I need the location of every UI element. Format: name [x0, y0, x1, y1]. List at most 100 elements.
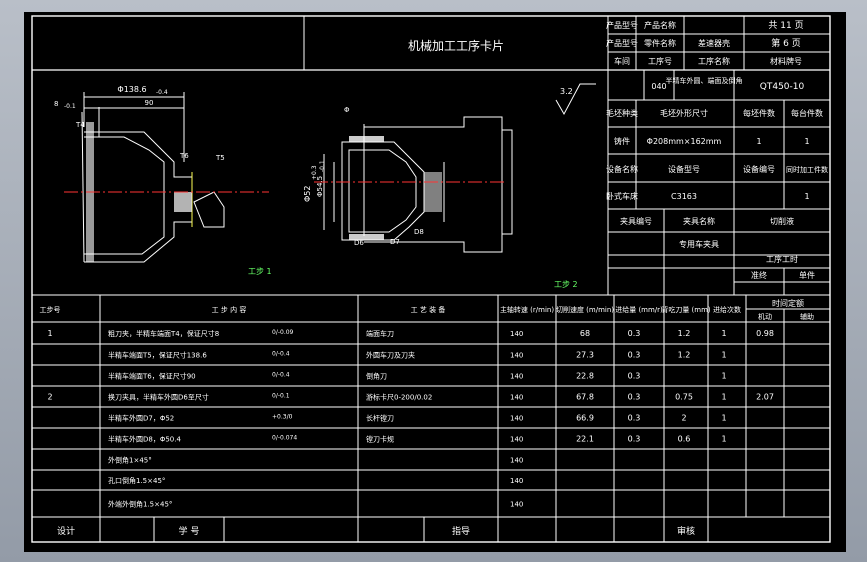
cell-speed: 140: [510, 415, 523, 423]
cell-passes: 1: [721, 435, 726, 444]
table-row: 半精车外圆D7，Φ52 长杆镗刀 140 66.9 0.3 2 1 +0.3/0: [108, 414, 727, 423]
cell-step-content: 粗刀夹，半精车端面T4，保证尺寸8: [108, 329, 219, 338]
step1-part-view: [81, 111, 225, 263]
table-row: 半精车端面T5，保证尺寸138.6 外圆车刀及刀夹 140 27.3 0.3 1.2 1 0/…: [108, 351, 727, 360]
cell-speed: 140: [510, 352, 523, 360]
cell-step-content: 外端外倒角1.5×45°: [108, 500, 172, 509]
table-row: 外倒角1×45° 140: [108, 456, 523, 465]
cell-depth: 0.6: [678, 435, 691, 444]
equip-model-value: C3163: [671, 192, 697, 201]
workshop-label: 车间: [614, 56, 630, 66]
table-row: 2 换刀夹具，半精车外圆D6至尺寸 游标卡尺0-200/0.02 140 67.8 0.3…: [47, 393, 773, 402]
blank-size-label: 毛坯外形尺寸: [660, 108, 708, 118]
step2-label: 工步 2: [554, 280, 578, 289]
cell-depth: 1.2: [678, 351, 691, 360]
cell-step-tolerance: 0/-0.4: [272, 351, 290, 358]
table-row: 半精车端面T6，保证尺寸90 倒角刀 140 22.8 0.3 1 0/-0.4: [108, 372, 727, 381]
cell-cutting-speed: 67.8: [576, 393, 594, 402]
cell-tool: 外圆车刀及刀夹: [366, 351, 415, 360]
roughness-value: 3.2: [560, 87, 573, 96]
cell-step-content: 半精车外圆D7，Φ52: [108, 414, 174, 423]
hdr-cutting-speed: 切削速度 (m/min): [556, 305, 614, 314]
op-name-value: 半精车外圆、端面及倒角: [666, 76, 743, 85]
footer-student-no: 学 号: [179, 525, 200, 537]
cell-speed: 140: [510, 477, 523, 485]
equip-name-value: 卧式车床: [606, 191, 638, 201]
footer-guide: 指导: [452, 525, 470, 537]
part-name-label: 零件名称: [644, 38, 676, 48]
cell-passes: 1: [721, 351, 726, 360]
cell-depth: 1.2: [678, 329, 691, 338]
hdr-feed: 进给量 (mm/r): [615, 305, 663, 314]
cell-cutting-speed: 22.8: [576, 372, 594, 381]
cell-feed: 0.3: [628, 435, 641, 444]
blank-type-value: 铸件: [614, 136, 630, 146]
cell-time-maneuver: 2.07: [756, 393, 774, 402]
cell-tool: 镗刀卡规: [366, 435, 394, 444]
cell-step-content: 换刀夹具，半精车外圆D6至尺寸: [108, 393, 209, 402]
tag-d6: D6: [354, 239, 364, 247]
hdr-passes: 进给次数: [713, 305, 741, 314]
hdr-equipment: 工 艺 装 备: [411, 305, 446, 314]
cell-cutting-speed: 22.1: [576, 435, 594, 444]
cell-speed: 140: [510, 436, 523, 444]
cell-feed: 0.3: [628, 372, 641, 381]
cell-passes: 1: [721, 372, 726, 381]
op-no-value: 040: [651, 82, 666, 91]
dim-d4: 8: [54, 100, 58, 108]
per-unit-label: 每台件数: [791, 108, 823, 118]
cell-speed: 140: [510, 457, 523, 465]
table-body: 1 粗刀夹，半精车端面T4，保证尺寸8 端面车刀 140 68 0.3 1.2 1 0.98 0/…: [47, 329, 773, 509]
material-value: QT450-10: [760, 82, 805, 92]
cell-cutting-speed: 68: [580, 329, 590, 338]
equip-model-label: 设备型号: [668, 164, 700, 174]
cell-feed: 0.3: [628, 414, 641, 423]
cell-step-content: 半精车端面T5，保证尺寸138.6: [108, 351, 207, 360]
cell-speed: 140: [510, 501, 523, 509]
cell-step-tolerance: 0/-0.09: [272, 329, 294, 336]
table-row: 1 粗刀夹，半精车端面T4，保证尺寸8 端面车刀 140 68 0.3 1.2 1 0.98 0/…: [47, 329, 773, 338]
tag-d8: D8: [414, 228, 424, 236]
cell-speed: 140: [510, 394, 523, 402]
cell-tool: 倒角刀: [366, 372, 387, 381]
cell-step-tolerance: +0.3/0: [272, 414, 293, 421]
cell-step-content: 孔口倒角1.5×45°: [108, 476, 165, 485]
simul-parts-value: 1: [804, 192, 809, 201]
product-model-label: 产品型号: [606, 20, 638, 30]
cell-passes: 1: [721, 329, 726, 338]
cell-step-tolerance: 0/-0.1: [272, 393, 290, 400]
cell-step-content: 半精车外圆D8，Φ50.4: [108, 435, 181, 444]
cell-tool: 游标卡尺0-200/0.02: [366, 393, 432, 402]
table-header: 工步号 工 步 内 容 工 艺 装 备 主轴转速 (r/min) 切削速度 (m…: [40, 298, 815, 321]
dim-d1-tol: -0.4: [156, 89, 168, 96]
dim-d4-tol: -0.1: [64, 103, 76, 110]
hdr-time-maneuver: 机动: [758, 312, 772, 321]
fixture-name-value: 专用车夹具: [679, 239, 719, 249]
material-label: 材料牌号: [770, 56, 802, 66]
hdr-step-no: 工步号: [40, 306, 61, 314]
hdr-time-quota: 时间定额: [772, 298, 804, 308]
total-pages: 共 11 页: [768, 20, 803, 31]
tag-t5: T5: [215, 154, 225, 162]
cell-tool: 长杆镗刀: [366, 414, 394, 423]
cell-feed: 0.3: [628, 393, 641, 402]
blank-size-value: Φ208mm×162mm: [647, 137, 722, 146]
page-no: 第 6 页: [771, 37, 800, 49]
cell-step-tolerance: 0/-0.074: [272, 435, 297, 442]
footer-design: 设计: [57, 525, 75, 537]
table-row: 孔口倒角1.5×45° 140: [108, 476, 523, 485]
blank-type-label: 毛坯种类: [606, 108, 638, 118]
cell-cutting-speed: 27.3: [576, 351, 594, 360]
tag-d7: D7: [390, 238, 400, 246]
cell-speed: 140: [510, 330, 523, 338]
op-name-label: 工序名称: [698, 56, 730, 66]
hdr-depth: 背吃刀量 (mm): [661, 305, 711, 314]
tag-t6: T6: [179, 152, 189, 160]
hours-unit-label: 单件: [799, 270, 815, 280]
per-unit-value: 1: [804, 137, 809, 146]
part-model-label: 产品型号: [606, 38, 638, 48]
cell-step-no: 2: [47, 393, 52, 402]
work-hours-label: 工序工时: [766, 254, 798, 264]
cell-cutting-speed: 66.9: [576, 414, 594, 423]
cell-feed: 0.3: [628, 329, 641, 338]
